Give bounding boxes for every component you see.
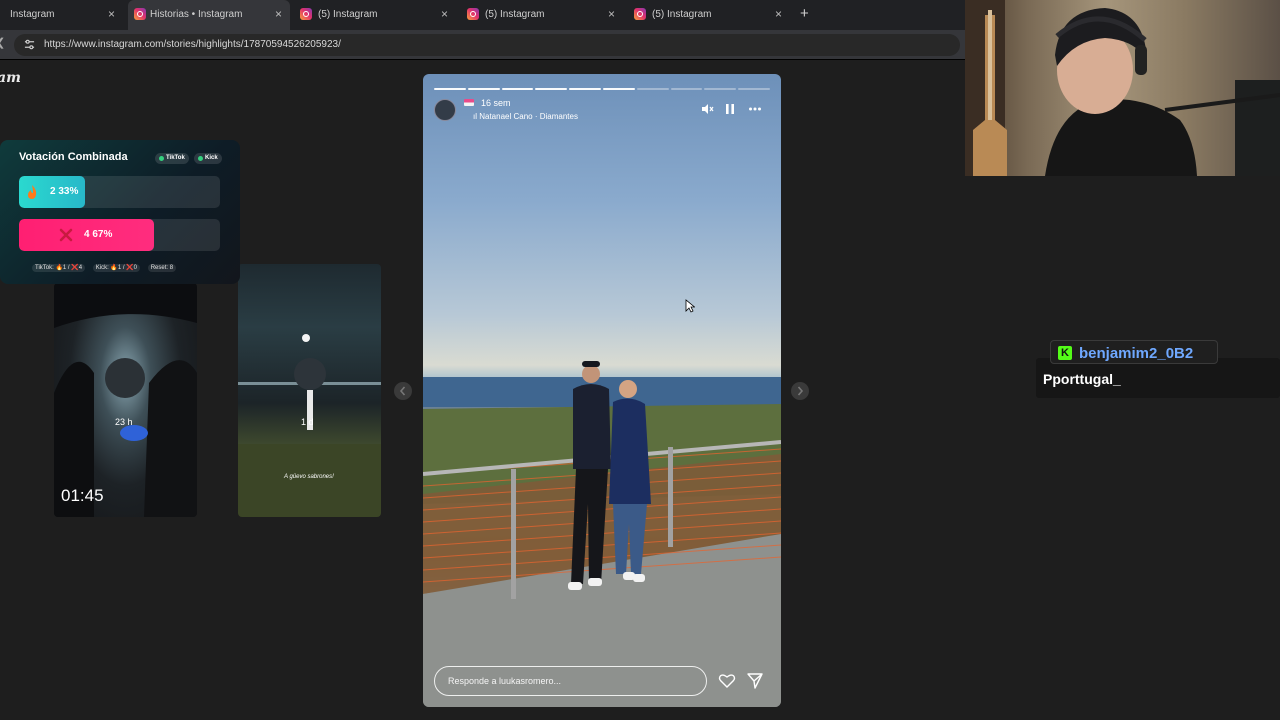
chat-username: benjamim2_0B2 <box>1079 345 1194 362</box>
tab-instagram-1[interactable]: Instagram × <box>0 0 126 30</box>
webcam-scene <box>965 0 1280 176</box>
story-photo-scene <box>423 361 781 707</box>
close-icon[interactable]: × <box>441 7 448 21</box>
tab-historias[interactable]: Historias • Instagram × <box>128 0 290 30</box>
webcam-overlay <box>965 0 1280 176</box>
progress-segment <box>434 88 466 90</box>
instagram-logo-fragment: am <box>0 70 21 86</box>
tab-strip: Instagram × Historias • Instagram × (5) … <box>0 0 965 30</box>
vote-option-fire: 2 33% <box>19 176 220 208</box>
chip-tiktok: TikTok <box>155 153 189 164</box>
vote-title: Votación Combinada <box>19 151 128 163</box>
progress-segment <box>670 88 703 90</box>
tab-label: (5) Instagram <box>652 9 712 20</box>
tab-label: (5) Instagram <box>318 9 378 20</box>
instagram-icon <box>300 8 312 20</box>
tab-label: Historias • Instagram <box>150 9 243 20</box>
chat-message: Pporttugal_ <box>1043 371 1121 387</box>
mute-icon[interactable] <box>700 102 714 116</box>
story-music[interactable]: ıl Natanael Cano · Diamantes <box>473 112 578 121</box>
tab-label: Instagram <box>10 9 55 20</box>
pause-icon[interactable] <box>723 102 737 116</box>
vote-option-text: 2 33% <box>50 186 79 197</box>
close-icon[interactable]: × <box>275 7 282 21</box>
next-story-button[interactable] <box>791 382 809 400</box>
vote-footer: TikTok: 🔥1 / ❌4 Kick: 🔥1 / ❌0 Reset: 8 <box>32 264 182 272</box>
mouse-cursor-icon <box>685 299 695 313</box>
chevron-left-icon <box>399 386 406 396</box>
new-tab-button[interactable]: + <box>800 5 809 22</box>
story-thumbnail[interactable]: 1 d A güevo sabrones! <box>238 264 381 517</box>
avatar[interactable] <box>434 99 456 121</box>
chip-kick: Kick <box>194 153 222 164</box>
progress-segment <box>603 88 635 90</box>
instagram-icon <box>467 8 479 20</box>
flag-icon <box>464 99 474 106</box>
tab-label: (5) Instagram <box>485 9 545 20</box>
url-text: https://www.instagram.com/stories/highli… <box>44 39 341 50</box>
progress-segment <box>704 88 737 90</box>
address-bar: ❮ https://www.instagram.com/stories/high… <box>0 30 965 60</box>
vote-footer-kick: Kick: 🔥1 / ❌0 <box>92 264 141 272</box>
story-duration: 01:45 <box>61 486 104 505</box>
vote-widget: Votación Combinada TikTok Kick 2 33% 4 6… <box>0 140 240 284</box>
close-icon[interactable]: × <box>608 7 615 21</box>
instagram-icon <box>634 8 646 20</box>
tab-instagram-2[interactable]: (5) Instagram × <box>296 0 458 30</box>
progress-segment <box>738 88 770 90</box>
url-field[interactable]: https://www.instagram.com/stories/highli… <box>14 34 960 56</box>
send-icon[interactable] <box>746 672 764 690</box>
story-age: 1 d <box>301 417 314 427</box>
tab-instagram-3[interactable]: (5) Instagram × <box>463 0 625 30</box>
more-icon[interactable] <box>748 102 762 116</box>
instagram-icon <box>134 8 146 20</box>
progress-segment <box>501 88 534 90</box>
previous-story-button[interactable] <box>394 382 412 400</box>
tab-instagram-4[interactable]: (5) Instagram × <box>630 0 792 30</box>
chat-message-box: Pporttugal_ <box>1036 358 1280 398</box>
kick-icon: K <box>1058 346 1072 360</box>
progress-segment <box>535 88 568 90</box>
progress-segment <box>636 88 669 90</box>
chat-username-badge: K benjamim2_0B2 <box>1050 340 1218 364</box>
chevron-left-icon[interactable]: ❮ <box>0 36 5 49</box>
vote-option-cross: 4 67% <box>19 219 220 251</box>
vote-option-text: 4 67% <box>84 229 113 240</box>
vote-footer-reset: Reset: 8 <box>147 264 177 272</box>
story-thumbnail[interactable]: 23 h 01:45 <box>54 283 197 517</box>
story-music-label: Natanael Cano · Diamantes <box>479 112 578 121</box>
progress-segment <box>569 88 601 90</box>
vote-footer-tiktok: TikTok: 🔥1 / ❌4 <box>32 264 86 272</box>
fire-icon <box>28 185 37 199</box>
close-icon[interactable]: × <box>775 7 782 21</box>
cross-icon <box>59 228 73 242</box>
reply-input[interactable] <box>434 666 707 696</box>
story-age: 23 h <box>115 417 133 427</box>
story-caption: A güevo sabrones! <box>284 474 334 480</box>
heart-icon[interactable] <box>718 672 736 690</box>
chevron-right-icon <box>797 386 804 396</box>
story-age: 16 sem <box>481 98 511 108</box>
progress-segment <box>467 88 500 90</box>
close-icon[interactable]: × <box>108 7 115 21</box>
story-viewer[interactable]: 16 sem ıl Natanael Cano · Diamantes <box>423 74 781 707</box>
tune-icon[interactable] <box>24 39 35 50</box>
